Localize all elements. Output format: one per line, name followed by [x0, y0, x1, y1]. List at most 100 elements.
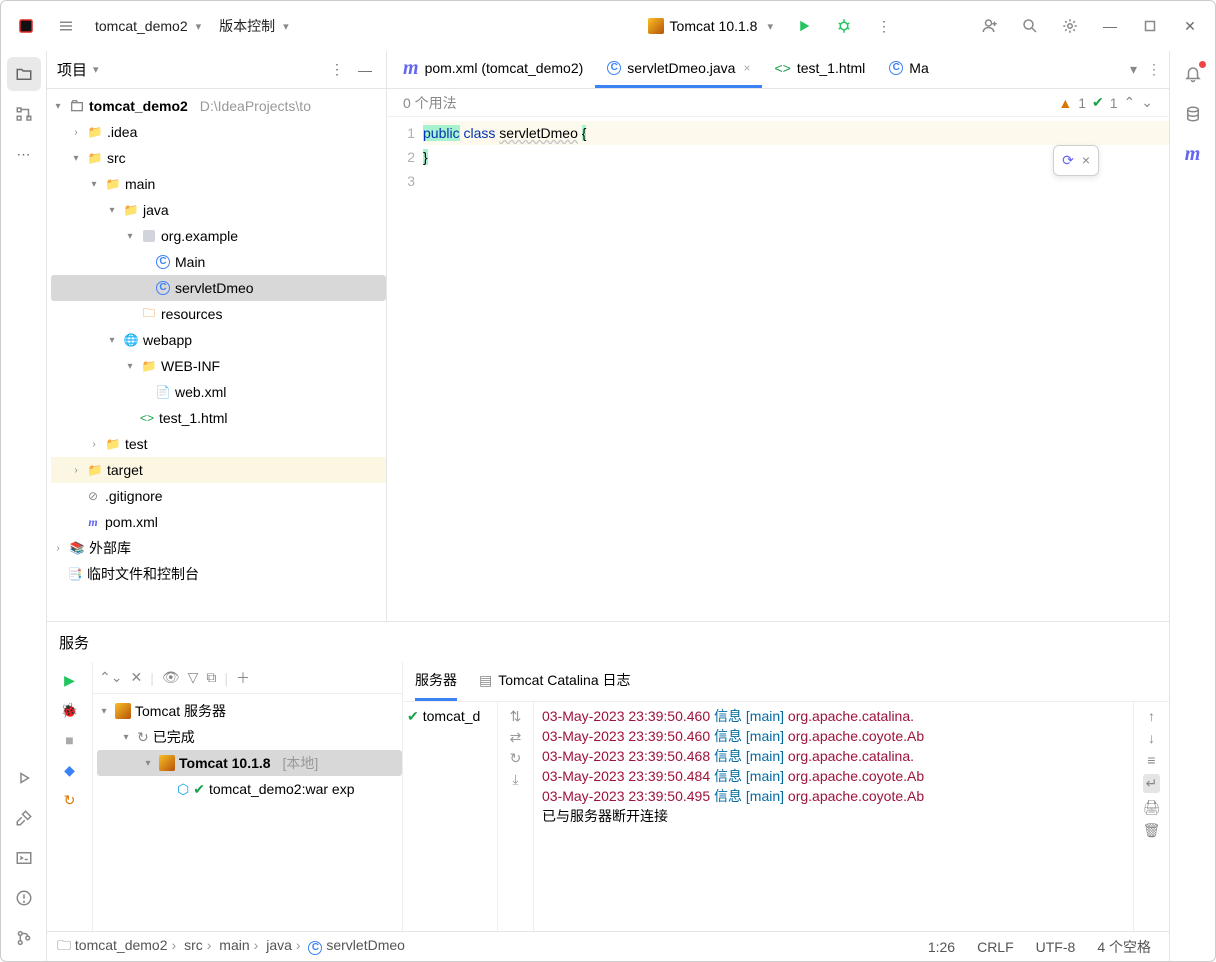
more-tool-button[interactable]: ⋯ — [7, 137, 41, 171]
debug-icon[interactable]: 🐞 — [54, 696, 86, 724]
project-selector[interactable]: tomcat_demo2 — [89, 18, 207, 34]
tree-node-package[interactable]: ▾org.example — [51, 223, 386, 249]
filter-icon[interactable]: ▽ — [188, 669, 199, 686]
show-icon[interactable]: 👁 — [162, 669, 180, 686]
tree-node-main-class[interactable]: CMain — [51, 249, 386, 275]
build-tool-button[interactable] — [7, 801, 41, 835]
problems-tool-button[interactable] — [7, 881, 41, 915]
run-icon[interactable]: ▶ — [54, 666, 86, 694]
git-tool-button[interactable] — [7, 921, 41, 955]
svc-node-run[interactable]: ▾Tomcat 10.1.8 [本地] — [97, 750, 402, 776]
svc-node-tomcat[interactable]: ▾Tomcat 服务器 — [97, 698, 402, 724]
tree-node-test1html[interactable]: <>test_1.html — [51, 405, 386, 431]
svc-node-done[interactable]: ▾↻已完成 — [97, 724, 402, 750]
tree-node-webxml[interactable]: 📄web.xml — [51, 379, 386, 405]
ai-action-icon[interactable]: ⟳ — [1062, 152, 1074, 169]
project-tool-button[interactable] — [7, 57, 41, 91]
database-tool-button[interactable] — [1176, 97, 1210, 131]
panel-hide-icon[interactable]: — — [354, 59, 376, 81]
vcs-menu[interactable]: 版本控制 — [213, 16, 295, 36]
file-encoding[interactable]: UTF-8 — [1028, 939, 1084, 955]
log-output[interactable]: 03-May-2023 23:39:50.460 信息 [main] org.a… — [534, 702, 1133, 931]
rerun-icon[interactable]: ↻ — [54, 786, 86, 814]
chevron-down-icon[interactable]: ▾ — [93, 63, 99, 76]
code-with-me-icon[interactable] — [973, 9, 1007, 43]
tree-node-java[interactable]: ▾📁java — [51, 197, 386, 223]
inspections-widget[interactable]: ▲1 ✔1 ⌃ ⌄ — [1058, 94, 1153, 111]
scroll-up-icon[interactable]: ↑ — [1148, 708, 1155, 724]
close-icon[interactable]: × — [1082, 152, 1090, 169]
breadcrumb-segment[interactable]: java — [266, 937, 292, 953]
settings-icon[interactable] — [1053, 9, 1087, 43]
delete-icon[interactable]: 🗑 — [1143, 822, 1161, 839]
breadcrumb-segment[interactable]: main — [219, 937, 249, 953]
tab-more-icon[interactable]: ⋮ — [1147, 61, 1161, 78]
services-toolbar: ⌃⌄ ✕ | 👁 ▽ ⧉ | ＋ — [93, 662, 402, 694]
scroll-down-icon[interactable]: ↓ — [1148, 730, 1155, 746]
maximize-button[interactable] — [1133, 9, 1167, 43]
line-separator[interactable]: CRLF — [969, 939, 1022, 955]
catalina-log-tab[interactable]: ▤Tomcat Catalina 日志 — [479, 662, 631, 701]
deploy-icon[interactable]: ◆ — [54, 756, 86, 784]
run-config-selector[interactable]: Tomcat 10.1.8 — [640, 18, 781, 34]
tree-node-idea[interactable]: ›📁.idea — [51, 119, 386, 145]
wrap-icon[interactable]: ≡ — [1147, 752, 1155, 768]
close-icon[interactable]: × — [743, 61, 750, 75]
print-icon[interactable]: 🖨 — [1143, 799, 1161, 816]
up-icon[interactable]: ⇅ — [510, 708, 522, 725]
code-editor[interactable]: 123 public class servletDmeo { } ⟳ — [387, 117, 1169, 621]
svc-node-artifact[interactable]: ⬡✔tomcat_demo2:war exp — [97, 776, 402, 802]
indent-config[interactable]: 4 个空格 — [1089, 937, 1159, 957]
caret-position[interactable]: 1:26 — [920, 939, 963, 955]
refresh-icon[interactable]: ↻ — [510, 750, 522, 767]
project-tree[interactable]: ▾tomcat_demo2 D:\IdeaProjects\to ›📁.idea… — [47, 89, 386, 621]
run-button[interactable] — [787, 9, 821, 43]
structure-tool-button[interactable] — [7, 97, 41, 131]
tree-node-gitignore[interactable]: ⊘.gitignore — [51, 483, 386, 509]
tree-node-resources[interactable]: 🗀resources — [51, 301, 386, 327]
terminal-tool-button[interactable] — [7, 841, 41, 875]
collapse-icon[interactable]: ⌃⌄ — [99, 669, 122, 686]
add-icon[interactable]: ＋ — [236, 668, 250, 688]
tree-node-src[interactable]: ▾📁src — [51, 145, 386, 171]
tab-pom[interactable]: mpom.xml (tomcat_demo2) — [391, 51, 595, 88]
next-highlight-icon[interactable]: ⌄ — [1141, 94, 1153, 111]
download-icon[interactable]: ⤓ — [512, 771, 518, 788]
minimize-button[interactable]: — — [1093, 9, 1127, 43]
tree-node-pom[interactable]: mpom.xml — [51, 509, 386, 535]
tree-root[interactable]: ▾tomcat_demo2 D:\IdeaProjects\to — [51, 93, 386, 119]
breadcrumb-segment[interactable]: C servletDmeo — [308, 937, 404, 953]
search-icon[interactable] — [1013, 9, 1047, 43]
tree-node-ext[interactable]: ›📚外部库 — [51, 535, 386, 561]
tree-node-target[interactable]: ›📁target — [51, 457, 386, 483]
tree-node-test[interactable]: ›📁test — [51, 431, 386, 457]
tree-node-servlet[interactable]: CservletDmeo — [51, 275, 386, 301]
close-all-icon[interactable]: ✕ — [130, 669, 142, 686]
tree-node-webapp[interactable]: ▾🌐webapp — [51, 327, 386, 353]
more-run-button[interactable]: ⋮ — [867, 9, 901, 43]
tab-servlet[interactable]: CservletDmeo.java× — [595, 51, 762, 88]
breadcrumb-segment[interactable]: src — [184, 937, 203, 953]
debug-button[interactable] — [827, 9, 861, 43]
maven-tool-button[interactable]: m — [1176, 137, 1210, 171]
tab-dropdown-icon[interactable]: ▾ — [1130, 61, 1137, 78]
nav-bar[interactable]: 🗀 tomcat_demo2 src main java C servletDm… — [57, 935, 405, 959]
breadcrumb-segment[interactable]: 🗀 tomcat_demo2 — [57, 937, 168, 953]
server-tab[interactable]: 服务器 — [415, 662, 457, 701]
notifications-button[interactable] — [1176, 57, 1210, 91]
tab-main[interactable]: CMa — [877, 51, 940, 88]
swap-icon[interactable]: ⇄ — [510, 729, 522, 746]
tree-node-webinf[interactable]: ▾📁WEB-INF — [51, 353, 386, 379]
prev-highlight-icon[interactable]: ⌃ — [1124, 94, 1136, 111]
stop-icon[interactable]: ■ — [54, 726, 86, 754]
app-icon[interactable] — [9, 9, 43, 43]
tree-node-main[interactable]: ▾📁main — [51, 171, 386, 197]
layout-icon[interactable]: ⧉ — [206, 669, 216, 686]
tab-test1[interactable]: <>test_1.html — [762, 51, 877, 88]
run-tool-button[interactable] — [7, 761, 41, 795]
soft-wrap-icon[interactable]: ↵ — [1143, 774, 1161, 793]
close-button[interactable]: ✕ — [1173, 9, 1207, 43]
menu-icon[interactable] — [49, 9, 83, 43]
panel-more-icon[interactable]: ⋮ — [326, 59, 348, 81]
tree-node-scratch[interactable]: 📑临时文件和控制台 — [51, 561, 386, 587]
